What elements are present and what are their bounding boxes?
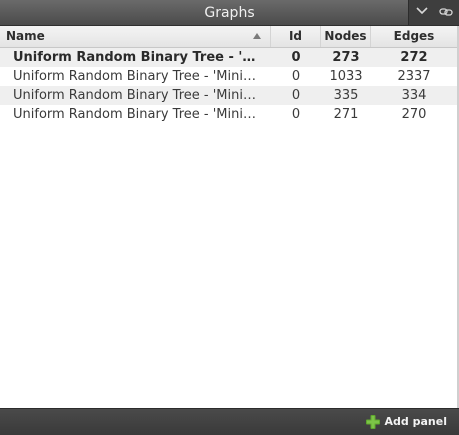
table-row[interactable]: Uniform Random Binary Tree - 'Mini… 0 27… [0,48,457,67]
cell-nodes: 273 [332,50,360,65]
plus-icon [365,415,380,429]
cell-edges: 270 [401,107,427,122]
table-row[interactable]: Uniform Random Binary Tree - 'Mini… 0 33… [0,86,457,105]
panel-titlebar: Graphs [0,0,459,26]
titlebar-buttons [408,0,459,25]
panel-footer: Add panel [0,408,459,435]
cell-id: 0 [291,107,301,122]
column-header-nodes[interactable]: Nodes [321,26,371,47]
table-row[interactable]: Uniform Random Binary Tree - 'Mini… 0 10… [0,67,457,86]
add-panel-button[interactable]: Add panel [365,413,447,431]
column-header-edges[interactable]: Edges [371,26,457,47]
sort-ascending-icon [253,33,261,39]
graphs-panel: Graphs Name Id Nodes Edges Uniform Rando… [0,0,459,435]
cell-nodes: 1033 [329,69,363,84]
cell-id: 0 [291,69,301,84]
cell-id: 0 [291,88,301,103]
add-panel-label: Add panel [384,415,447,428]
graphs-table: Name Id Nodes Edges Uniform Random Binar… [0,26,457,124]
column-header-id[interactable]: Id [271,26,321,47]
column-header-name-label: Name [6,29,45,43]
table-row[interactable]: Uniform Random Binary Tree - 'Mini… 0 27… [0,105,457,124]
table-header: Name Id Nodes Edges [0,26,457,48]
cell-id: 0 [291,50,301,65]
cell-edges: 272 [400,50,428,65]
cell-edges: 2337 [397,69,431,84]
cell-name: Uniform Random Binary Tree - 'Mini… [13,50,271,65]
column-header-id-label: Id [288,29,303,43]
cell-name: Uniform Random Binary Tree - 'Mini… [13,107,256,122]
cell-name: Uniform Random Binary Tree - 'Mini… [13,88,256,103]
link-icon[interactable] [436,3,456,21]
column-header-name[interactable]: Name [0,26,271,47]
column-header-edges-label: Edges [393,29,435,43]
cell-nodes: 335 [333,88,359,103]
cell-edges: 334 [401,88,427,103]
column-header-nodes-label: Nodes [324,29,367,43]
chevron-down-icon[interactable] [412,3,432,21]
cell-nodes: 271 [333,107,359,122]
cell-name: Uniform Random Binary Tree - 'Mini… [13,69,256,84]
panel-title: Graphs [204,5,255,21]
